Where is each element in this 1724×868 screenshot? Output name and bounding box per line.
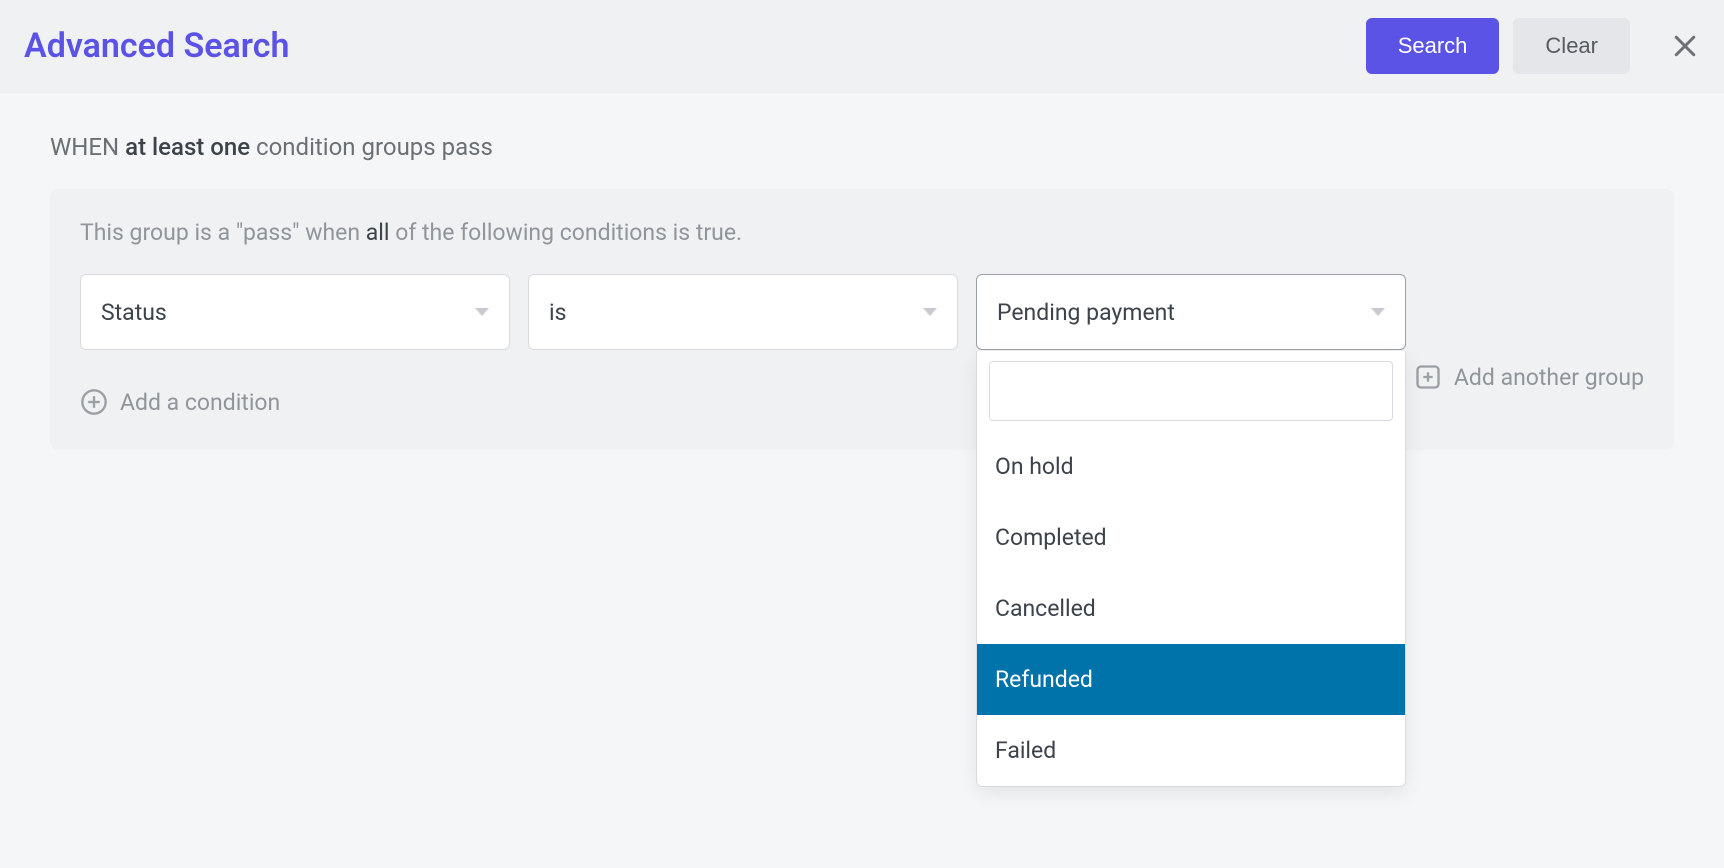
when-prefix: WHEN [50,133,119,161]
add-group-label: Add another group [1454,364,1644,391]
condition-row: Status is Pending payment On holdComplet… [80,274,1644,350]
add-group-button[interactable]: Add another group [1414,363,1644,391]
value-dropdown-panel: On holdCompletedCancelledRefundedFailed [976,351,1406,787]
dropdown-search-wrap [989,361,1393,421]
group-hint: This group is a "pass" when all of the f… [80,219,1644,246]
condition-group: This group is a "pass" when all of the f… [50,189,1674,450]
header-bar: Advanced Search Search Clear [0,0,1724,93]
page-title: Advanced Search [24,26,1352,66]
close-icon[interactable] [1670,31,1700,61]
value-select[interactable]: Pending payment On holdCompletedCancelle… [976,274,1406,350]
group-bottom-actions: Add a condition [80,388,1644,416]
chevron-down-icon [475,308,489,316]
operator-select[interactable]: is [528,274,958,350]
dropdown-option[interactable]: Failed [977,715,1405,786]
main-body: WHEN at least one condition groups pass … [0,93,1724,490]
dropdown-option[interactable]: Completed [977,502,1405,573]
field-select[interactable]: Status [80,274,510,350]
search-button[interactable]: Search [1366,18,1500,74]
dropdown-option[interactable]: Cancelled [977,573,1405,644]
dropdown-search-input[interactable] [990,362,1392,420]
chevron-down-icon [923,308,937,316]
when-line: WHEN at least one condition groups pass [50,133,1674,161]
field-select-value: Status [101,299,475,326]
group-hint-prefix: This group is a "pass" when [80,219,360,246]
add-condition-label: Add a condition [120,389,280,416]
clear-button[interactable]: Clear [1513,18,1630,74]
dropdown-list[interactable]: On holdCompletedCancelledRefundedFailed [977,431,1405,786]
add-group-wrap: Add another group [1414,363,1644,391]
group-hint-mode[interactable]: all [366,219,390,246]
operator-select-value: is [549,299,923,326]
when-suffix: condition groups pass [256,133,493,161]
dropdown-option[interactable]: Refunded [977,644,1405,715]
dropdown-option[interactable]: On hold [977,431,1405,502]
add-condition-button[interactable]: Add a condition [80,388,280,416]
chevron-down-icon [1371,308,1385,316]
when-mode[interactable]: at least one [125,133,250,161]
value-select-value: Pending payment [997,299,1371,326]
group-hint-suffix: of the following conditions is true. [395,219,742,246]
